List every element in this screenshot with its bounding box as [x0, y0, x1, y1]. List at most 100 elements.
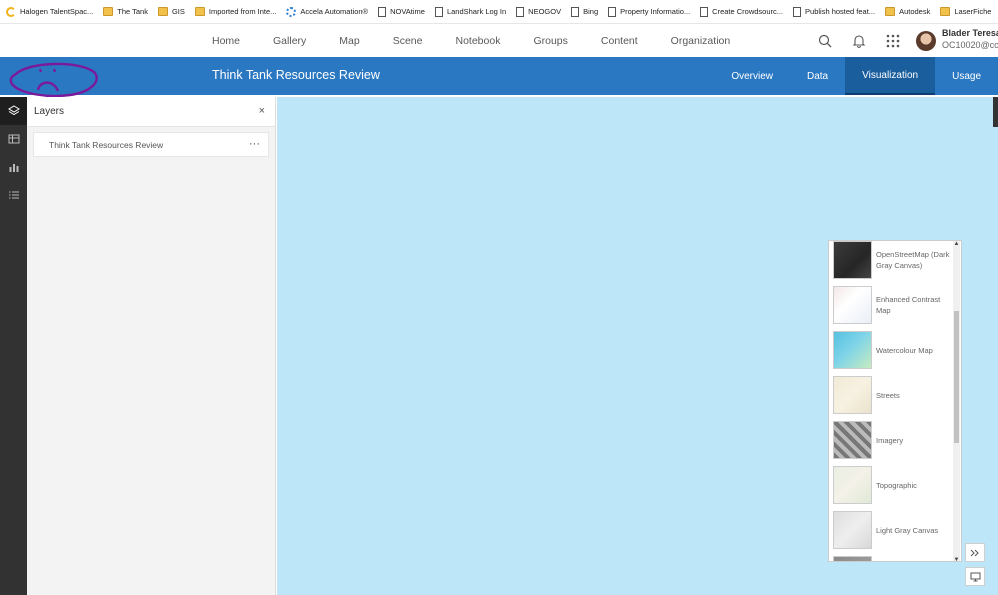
bookmark-label: LaserFiche — [954, 7, 992, 16]
bookmark-label: Create Crowdsourc... — [712, 7, 784, 16]
search-icon[interactable] — [812, 28, 838, 54]
bookmark-item[interactable]: NOVAtime — [378, 6, 425, 17]
basemap-thumbnail — [833, 511, 872, 549]
basemap-thumbnail — [833, 556, 872, 561]
close-icon[interactable]: × — [259, 105, 265, 117]
bookmark-item[interactable]: The Tank — [103, 7, 148, 16]
scribble-face-icon — [9, 62, 98, 98]
bookmark-label: NEOGOV — [528, 7, 562, 16]
layers-panel: Layers × Think Tank Resources Review ··· — [27, 97, 276, 595]
bookmark-item[interactable]: NEOGOV — [516, 6, 562, 17]
nav-link-scene[interactable]: Scene — [393, 35, 423, 47]
notifications-bell-icon[interactable] — [846, 28, 872, 54]
basemap-option[interactable]: Watercolour Map — [833, 330, 955, 370]
nav-link-gallery[interactable]: Gallery — [273, 35, 306, 47]
nav-link-organization[interactable]: Organization — [671, 35, 731, 47]
bookmark-item[interactable]: Property Informatio... — [608, 6, 691, 17]
scroll-down-arrow-icon[interactable]: ▼ — [953, 557, 960, 561]
folder-icon — [194, 7, 205, 16]
basemap-option[interactable]: Light Gray Canvas — [833, 510, 955, 550]
basemap-option[interactable]: Topographic — [833, 465, 955, 505]
bookmark-item[interactable]: Halogen TalentSpac... — [6, 6, 94, 17]
screen-monitor-icon[interactable] — [965, 567, 985, 586]
user-menu[interactable]: Blader Teresa OC10020@co. — [942, 27, 998, 51]
tab-visualization[interactable]: Visualization — [845, 57, 936, 95]
nav-link-notebook[interactable]: Notebook — [456, 35, 501, 47]
nav-link-groups[interactable]: Groups — [533, 35, 567, 47]
basemap-gallery-scrollbar[interactable]: ▲ ▼ — [953, 241, 960, 561]
page-icon — [571, 6, 580, 17]
user-email: OC10020@co. — [942, 40, 998, 50]
basemap-option[interactable]: Streets — [833, 375, 955, 415]
layer-name: Think Tank Resources Review — [49, 139, 164, 150]
bookmark-item[interactable]: LaserFiche — [940, 7, 991, 16]
bookmark-label: Accela Automation® — [300, 7, 369, 16]
bookmark-label: Autodesk — [899, 7, 931, 16]
bookmark-label: Halogen TalentSpac... — [20, 7, 94, 16]
basemap-label: Watercolour Map — [876, 345, 933, 355]
basemap-label: Imagery — [876, 435, 904, 445]
more-options-icon[interactable]: ··· — [249, 138, 260, 150]
bookmark-label: Publish hosted feat... — [805, 7, 876, 16]
bookmark-item[interactable]: Publish hosted feat... — [793, 6, 876, 17]
bookmark-label: Bing — [583, 7, 599, 16]
folder-icon — [885, 7, 896, 16]
page-icon — [378, 6, 387, 17]
scroll-up-arrow-icon[interactable]: ▲ — [953, 241, 960, 247]
layers-panel-title: Layers — [34, 106, 65, 117]
bookmark-label: Property Informatio... — [620, 7, 691, 16]
basemap-label: Streets — [876, 390, 900, 400]
bookmark-item[interactable]: GIS — [157, 7, 185, 16]
list-icon[interactable] — [0, 181, 27, 209]
table-icon[interactable] — [0, 125, 27, 153]
bookmark-label: NOVAtime — [390, 7, 425, 16]
bookmark-label: The Tank — [117, 7, 148, 16]
page-scrollbar-thumb[interactable] — [993, 97, 998, 127]
basemap-label: Topographic — [876, 480, 917, 490]
nav-link-home[interactable]: Home — [212, 35, 240, 47]
app-launcher-icon[interactable] — [880, 28, 906, 54]
chart-icon[interactable] — [0, 153, 27, 181]
page-icon — [434, 6, 443, 17]
basemap-thumbnail — [833, 286, 872, 324]
tab-overview[interactable]: Overview — [714, 57, 790, 95]
tool-rail — [0, 97, 27, 595]
basemap-gallery: Light Gray Canvas Topographic Imagery Stree… — [828, 240, 962, 562]
basemap-thumbnail — [833, 241, 872, 279]
folder-icon — [103, 7, 114, 16]
basemap-thumbnail — [833, 421, 872, 459]
bookmark-item[interactable]: Bing — [571, 6, 599, 17]
user-avatar[interactable] — [916, 30, 936, 51]
basemap-option[interactable] — [833, 555, 955, 561]
page-icon — [793, 6, 802, 17]
top-navigation: Home Gallery Map Scene Notebook Groups Content… — [0, 24, 998, 57]
nav-link-content[interactable]: Content — [601, 35, 638, 47]
bookmark-item[interactable]: Imported from Inte... — [194, 7, 276, 16]
bookmark-item[interactable]: Autodesk — [885, 7, 930, 16]
layer-item[interactable]: Think Tank Resources Review ··· — [33, 132, 269, 157]
basemap-label: Light Gray Canvas — [876, 525, 939, 535]
basemap-thumbnail — [833, 376, 872, 414]
basemap-option[interactable]: OpenStreetMap (Dark Gray Canvas) — [833, 241, 955, 280]
nav-links: Home Gallery Map Scene Notebook Groups Content… — [212, 24, 763, 57]
layers-icon[interactable] — [0, 97, 27, 125]
nav-link-map[interactable]: Map — [339, 35, 359, 47]
bookmark-label: GIS — [171, 7, 185, 16]
bookmark-item[interactable]: LandShark Log In — [434, 6, 507, 17]
user-name: Blader Teresa — [942, 28, 998, 38]
basemap-option[interactable]: Enhanced Contrast Map — [833, 285, 955, 325]
scrollbar-thumb[interactable] — [954, 311, 959, 443]
tab-usage[interactable]: Usage — [935, 57, 998, 95]
basemap-option[interactable]: Imagery — [833, 420, 955, 460]
page-icon — [516, 6, 525, 17]
expand-icon[interactable] — [965, 543, 985, 562]
page-icon — [608, 6, 617, 17]
item-title: Think Tank Resources Review — [212, 68, 380, 82]
basemap-thumbnail — [833, 466, 872, 504]
bookmark-item[interactable]: Create Crowdsourc... — [700, 6, 784, 17]
bookmark-item[interactable]: Accela Automation® — [286, 6, 369, 17]
tab-data[interactable]: Data — [790, 57, 845, 95]
bookmark-label: LandShark Log In — [446, 7, 507, 16]
item-header-bar: Think Tank Resources Review Overview Data… — [0, 57, 998, 98]
basemap-label: OpenStreetMap (Dark Gray Canvas) — [876, 250, 950, 270]
